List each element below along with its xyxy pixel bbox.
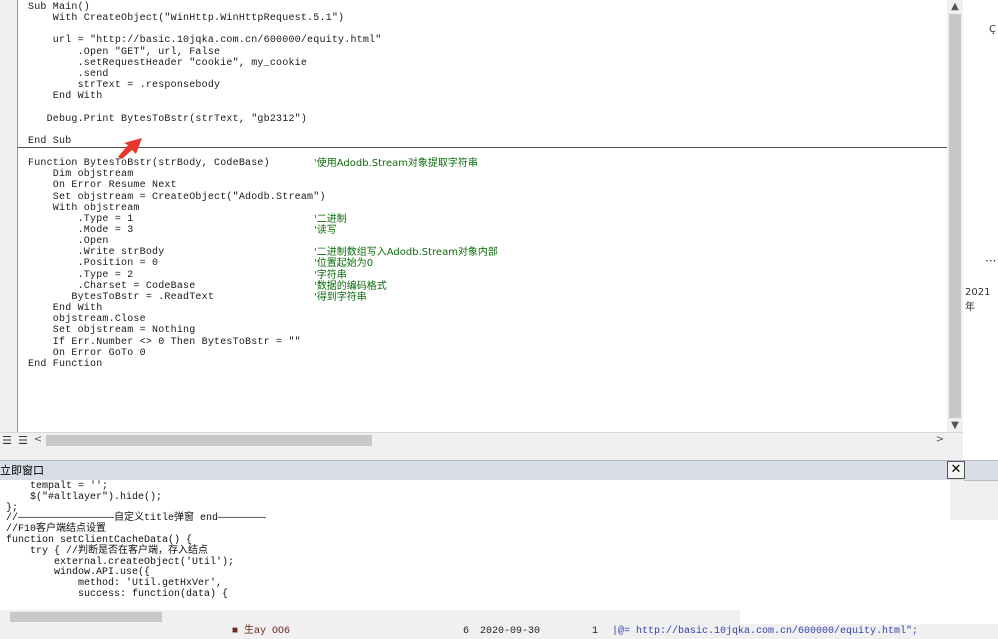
code-line[interactable]: Sub Main() — [28, 2, 90, 13]
sheet-cell-formula: |@= http://basic.10jqka.com.cn/600000/eq… — [612, 626, 919, 637]
code-line[interactable]: .Write strBody — [28, 247, 165, 258]
code-line[interactable]: .send — [28, 69, 109, 80]
code-line[interactable]: url = "http://basic.10jqka.com.cn/600000… — [28, 35, 381, 46]
code-comment: '得到字符串 — [314, 291, 367, 303]
code-line[interactable]: With CreateObject("WinHttp.WinHttpReques… — [28, 13, 344, 24]
code-line[interactable]: .Type = 1 — [28, 214, 134, 225]
code-line[interactable]: .Open "GET", url, False — [28, 47, 220, 58]
code-line[interactable]: On Error Resume Next — [28, 180, 177, 191]
code-line[interactable]: Function BytesToBstr(strBody, CodeBase) — [28, 158, 270, 169]
background-area — [740, 520, 998, 624]
code-line[interactable]: End Sub — [28, 136, 71, 147]
immediate-output-line: try { //判断是否在客户端，存入结点 — [6, 545, 209, 557]
immediate-vertical-scrollbar[interactable] — [950, 480, 964, 520]
code-line[interactable]: strText = .responsebody — [28, 80, 220, 91]
code-line[interactable]: .Charset = CodeBase — [28, 281, 196, 292]
immediate-window-titlebar — [0, 460, 998, 481]
code-line[interactable]: End With — [28, 91, 102, 102]
scroll-down-arrow[interactable]: ▼ — [949, 420, 961, 431]
code-line[interactable]: Debug.Print BytesToBstr(strText, "gb2312… — [28, 114, 307, 125]
procedure-view-icon[interactable]: ☰ — [1, 434, 13, 447]
more-dots-icon[interactable]: ··· — [985, 254, 996, 268]
code-comment: '读写 — [314, 225, 337, 236]
code-line[interactable]: On Error GoTo 0 — [28, 348, 146, 359]
procedure-divider — [17, 147, 947, 148]
code-comment: '二进制数组写入Adodb.Stream对象内部 — [314, 247, 498, 259]
code-line[interactable]: .Type = 2 — [28, 270, 134, 281]
code-comment: '字符串 — [314, 269, 347, 281]
code-line[interactable]: End With — [28, 303, 102, 314]
background-year-label: 2021年 — [965, 287, 991, 313]
code-vertical-scroll-thumb[interactable] — [949, 14, 961, 418]
code-line[interactable]: With objstream — [28, 203, 140, 214]
immediate-output-line: $("#altlayer").hide(); — [6, 491, 163, 503]
immediate-window-title: 立即窗口 — [0, 464, 44, 477]
code-line[interactable]: .setRequestHeader "cookie", my_cookie — [28, 58, 307, 69]
scroll-up-arrow[interactable]: ▲ — [949, 1, 961, 12]
code-line[interactable]: objstream.Close — [28, 314, 146, 325]
red-arrow-annotation — [118, 138, 142, 159]
code-line[interactable]: Set objstream = Nothing — [28, 325, 195, 336]
code-line[interactable]: .Open — [28, 236, 109, 247]
code-horizontal-scroll-thumb[interactable] — [46, 435, 372, 446]
code-line[interactable]: BytesToBstr = .ReadText — [28, 292, 214, 303]
sheet-cell-name: ■ 生ay OO6 — [232, 626, 291, 637]
immediate-window-close-button[interactable]: ✕ — [947, 461, 965, 479]
code-line[interactable]: .Mode = 3 — [28, 225, 134, 236]
code-editor[interactable]: Sub Main() With CreateObject("WinHttp.Wi… — [17, 0, 948, 432]
code-line[interactable]: .Position = 0 — [28, 258, 158, 269]
code-comment: '二进制 — [314, 213, 347, 225]
code-line[interactable]: Set objstream = CreateObject("Adodb.Stre… — [28, 192, 326, 203]
scroll-left-arrow[interactable]: < — [33, 434, 43, 445]
code-line[interactable]: End Function — [28, 359, 102, 370]
code-comment: '使用Adodb.Stream对象提取字符串 — [314, 158, 478, 170]
sheet-cell-date: 2020-09-30 — [480, 626, 541, 637]
immediate-horizontal-scroll-thumb[interactable] — [10, 612, 162, 622]
code-comment: '数据的编码格式 — [314, 280, 387, 292]
background-partial-char: Ç — [989, 24, 996, 35]
background-window-strip — [963, 0, 998, 460]
code-left-gutter — [0, 0, 17, 432]
code-line[interactable]: If Err.Number <> 0 Then BytesToBstr = "" — [28, 337, 301, 348]
scroll-right-arrow[interactable]: > — [935, 434, 945, 445]
sheet-cell-num: 1 — [592, 626, 599, 637]
full-module-view-icon[interactable]: ☰ — [17, 434, 29, 447]
code-line[interactable]: Dim objstream — [28, 169, 133, 180]
immediate-output-line: success: function(data) { — [6, 589, 229, 600]
code-comment: '位置起始为0 — [314, 258, 374, 270]
sheet-cell-count: 6 — [463, 626, 470, 637]
